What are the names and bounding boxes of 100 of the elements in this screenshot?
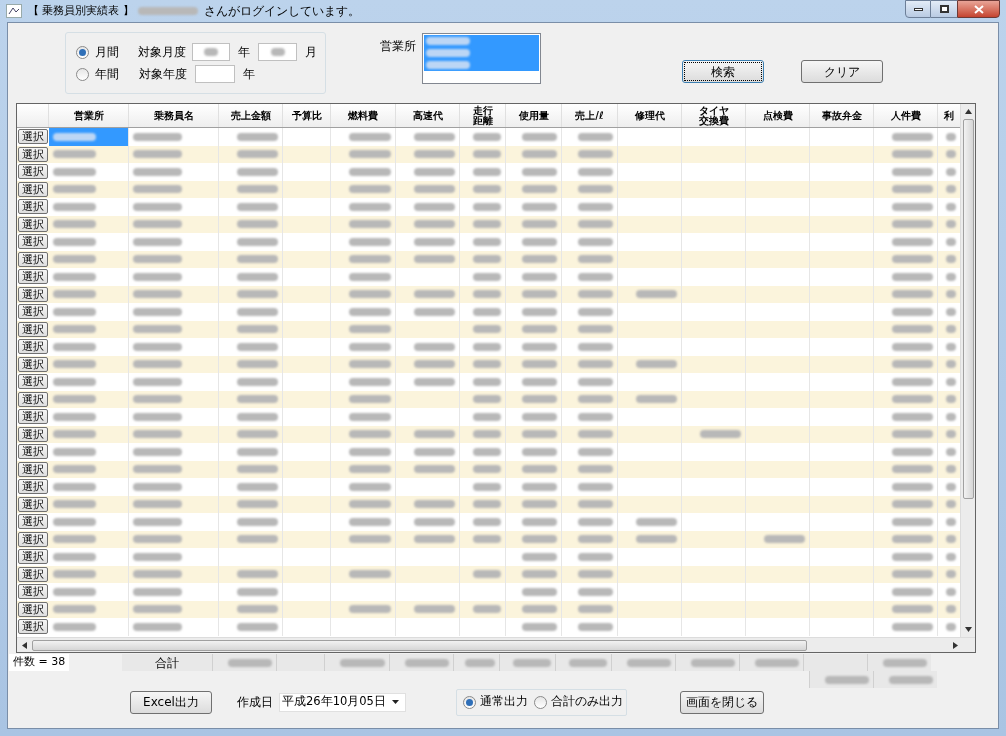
select-button[interactable]: 選択 (18, 601, 48, 617)
redacted-text (236, 202, 278, 211)
select-button[interactable]: 選択 (18, 496, 48, 512)
redacted-text (349, 482, 391, 491)
redacted-text (521, 570, 557, 579)
office-list-item[interactable] (424, 59, 539, 71)
search-button[interactable]: 検索 (682, 60, 764, 83)
redacted-text (133, 325, 182, 334)
redacted-text (891, 535, 933, 544)
column-header[interactable]: 走行距離 (460, 104, 506, 127)
redacted-text (755, 658, 799, 667)
column-header[interactable]: 乗務員名 (129, 104, 219, 127)
redacted-text (473, 377, 501, 386)
scroll-left-arrow-icon[interactable] (21, 641, 28, 649)
select-button[interactable]: 選択 (18, 391, 48, 407)
scroll-right-arrow-icon[interactable] (952, 641, 959, 649)
redacted-text (133, 605, 182, 614)
redacted-text (349, 290, 391, 299)
select-button[interactable]: 選択 (18, 234, 48, 250)
column-header[interactable]: 高速代 (396, 104, 460, 127)
select-button[interactable]: 選択 (18, 584, 48, 600)
select-button[interactable]: 選択 (18, 426, 48, 442)
column-header[interactable]: 予算比 (283, 104, 331, 127)
select-button[interactable]: 選択 (18, 461, 48, 477)
redacted-text (473, 500, 501, 509)
radio-button[interactable] (76, 67, 89, 81)
column-header[interactable]: 燃料費 (331, 104, 396, 127)
close-button[interactable] (957, 0, 1000, 18)
redacted-text (465, 658, 495, 667)
minimize-button[interactable] (905, 0, 931, 18)
column-header[interactable]: 人件費 (874, 104, 938, 127)
select-button[interactable]: 選択 (18, 566, 48, 582)
select-button[interactable]: 選択 (18, 129, 48, 145)
select-button[interactable]: 選択 (18, 356, 48, 372)
redacted-text (891, 622, 933, 631)
redacted-text (945, 517, 956, 526)
scroll-down-arrow-icon[interactable] (964, 626, 972, 633)
select-button[interactable]: 選択 (18, 269, 48, 285)
select-button[interactable]: 選択 (18, 374, 48, 390)
clear-button[interactable]: クリア (801, 60, 883, 83)
office-list[interactable] (422, 33, 541, 84)
column-header[interactable]: 売上/ℓ (562, 104, 618, 127)
scroll-up-arrow-icon[interactable] (964, 108, 972, 115)
input-field[interactable] (195, 65, 235, 83)
maximize-button[interactable] (931, 0, 957, 18)
select-button[interactable]: 選択 (18, 286, 48, 302)
select-button[interactable]: 選択 (18, 409, 48, 425)
redacted-text (521, 167, 557, 176)
select-button[interactable]: 選択 (18, 444, 48, 460)
redacted-text (577, 622, 613, 631)
redacted-text (133, 220, 182, 229)
select-button[interactable]: 選択 (18, 321, 48, 337)
input-field[interactable] (191, 43, 231, 61)
redacted-text (577, 272, 613, 281)
select-button[interactable]: 選択 (18, 216, 48, 232)
select-button[interactable]: 選択 (18, 146, 48, 162)
select-button[interactable]: 選択 (18, 619, 48, 635)
date-picker[interactable]: 平成26年10月05日 (279, 692, 406, 712)
select-button[interactable]: 選択 (18, 251, 48, 267)
column-header[interactable]: 点検費 (746, 104, 810, 127)
excel-export-button[interactable]: Excel出力 (130, 690, 212, 714)
select-button[interactable]: 選択 (18, 531, 48, 547)
column-header[interactable]: 売上金額 (219, 104, 283, 127)
column-header[interactable]: 事故弁金 (810, 104, 874, 127)
column-header[interactable]: 営業所 (49, 104, 129, 127)
redacted-text (53, 150, 96, 159)
select-button[interactable]: 選択 (18, 181, 48, 197)
redacted-text (521, 587, 557, 596)
redacted-text (945, 535, 956, 544)
select-button[interactable]: 選択 (18, 479, 48, 495)
select-button[interactable]: 選択 (18, 549, 48, 565)
column-header[interactable]: タイヤ交換費 (682, 104, 746, 127)
select-button[interactable]: 選択 (18, 164, 48, 180)
vertical-scrollbar[interactable] (960, 104, 975, 637)
redacted-text (133, 430, 182, 439)
date-label: 作成日 (237, 694, 273, 711)
radio-button[interactable] (463, 695, 476, 709)
redacted-text (236, 185, 278, 194)
redacted-text (53, 570, 96, 579)
horizontal-scrollbar[interactable] (17, 637, 975, 652)
redacted-text (133, 342, 182, 351)
input-field[interactable] (258, 43, 297, 61)
select-button[interactable]: 選択 (18, 339, 48, 355)
office-list-item[interactable] (424, 35, 539, 47)
column-header[interactable]: 修理代 (618, 104, 682, 127)
redacted-text (53, 465, 96, 474)
select-button[interactable]: 選択 (18, 514, 48, 530)
redacted-text (133, 150, 182, 159)
redacted-text (891, 360, 933, 369)
select-button[interactable]: 選択 (18, 199, 48, 215)
redacted-text (577, 150, 613, 159)
column-header[interactable]: 使用量 (506, 104, 562, 127)
close-screen-button[interactable]: 画面を閉じる (680, 690, 764, 714)
redacted-text (577, 430, 613, 439)
redacted-text (473, 517, 501, 526)
radio-button[interactable] (76, 45, 89, 59)
radio-button[interactable] (534, 695, 547, 709)
select-button[interactable]: 選択 (18, 304, 48, 320)
redacted-text (473, 325, 501, 334)
redacted-text (236, 412, 278, 421)
